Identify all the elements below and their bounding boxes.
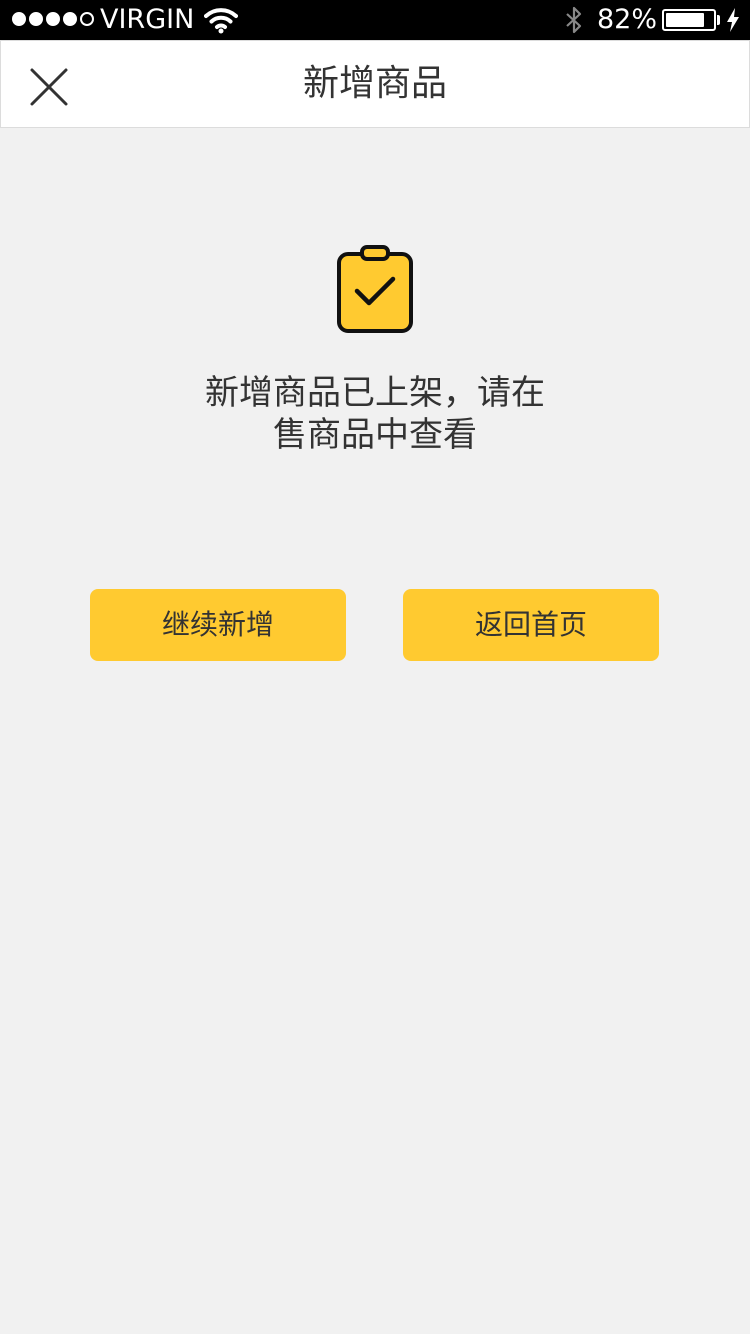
- return-home-button[interactable]: 返回首页: [403, 589, 659, 661]
- signal-dot: [29, 12, 43, 26]
- battery-percent: 82%: [597, 4, 658, 35]
- signal-dot: [12, 12, 26, 26]
- success-message-line2: 售商品中查看: [273, 415, 477, 455]
- charging-icon: [727, 8, 739, 32]
- success-message: 新增商品已上架，请在 售商品中查看: [175, 372, 575, 456]
- page-title: 新增商品: [302, 63, 447, 104]
- navigation-bar: 新增商品: [0, 40, 750, 128]
- bluetooth-icon: [566, 6, 582, 34]
- continue-adding-button[interactable]: 继续新增: [90, 589, 346, 661]
- status-bar: VIRGIN 82%: [0, 0, 750, 40]
- signal-dot: [63, 12, 77, 26]
- battery-tip: [717, 15, 720, 25]
- carrier-name: VIRGIN: [100, 4, 195, 35]
- screen: VIRGIN 82% 新增商品 新增商品已上架，请在 售商品中查看 继续新增 返…: [0, 0, 750, 1334]
- battery-icon: [662, 9, 716, 31]
- clipboard-check-icon: [337, 245, 413, 333]
- wifi-icon: [204, 8, 238, 34]
- success-message-line1: 新增商品已上架，请在: [205, 373, 545, 413]
- signal-dot: [46, 12, 60, 26]
- signal-dot: [80, 12, 94, 26]
- close-icon[interactable]: [27, 65, 71, 109]
- signal-strength-icon: [12, 12, 94, 26]
- battery-level: [666, 13, 704, 27]
